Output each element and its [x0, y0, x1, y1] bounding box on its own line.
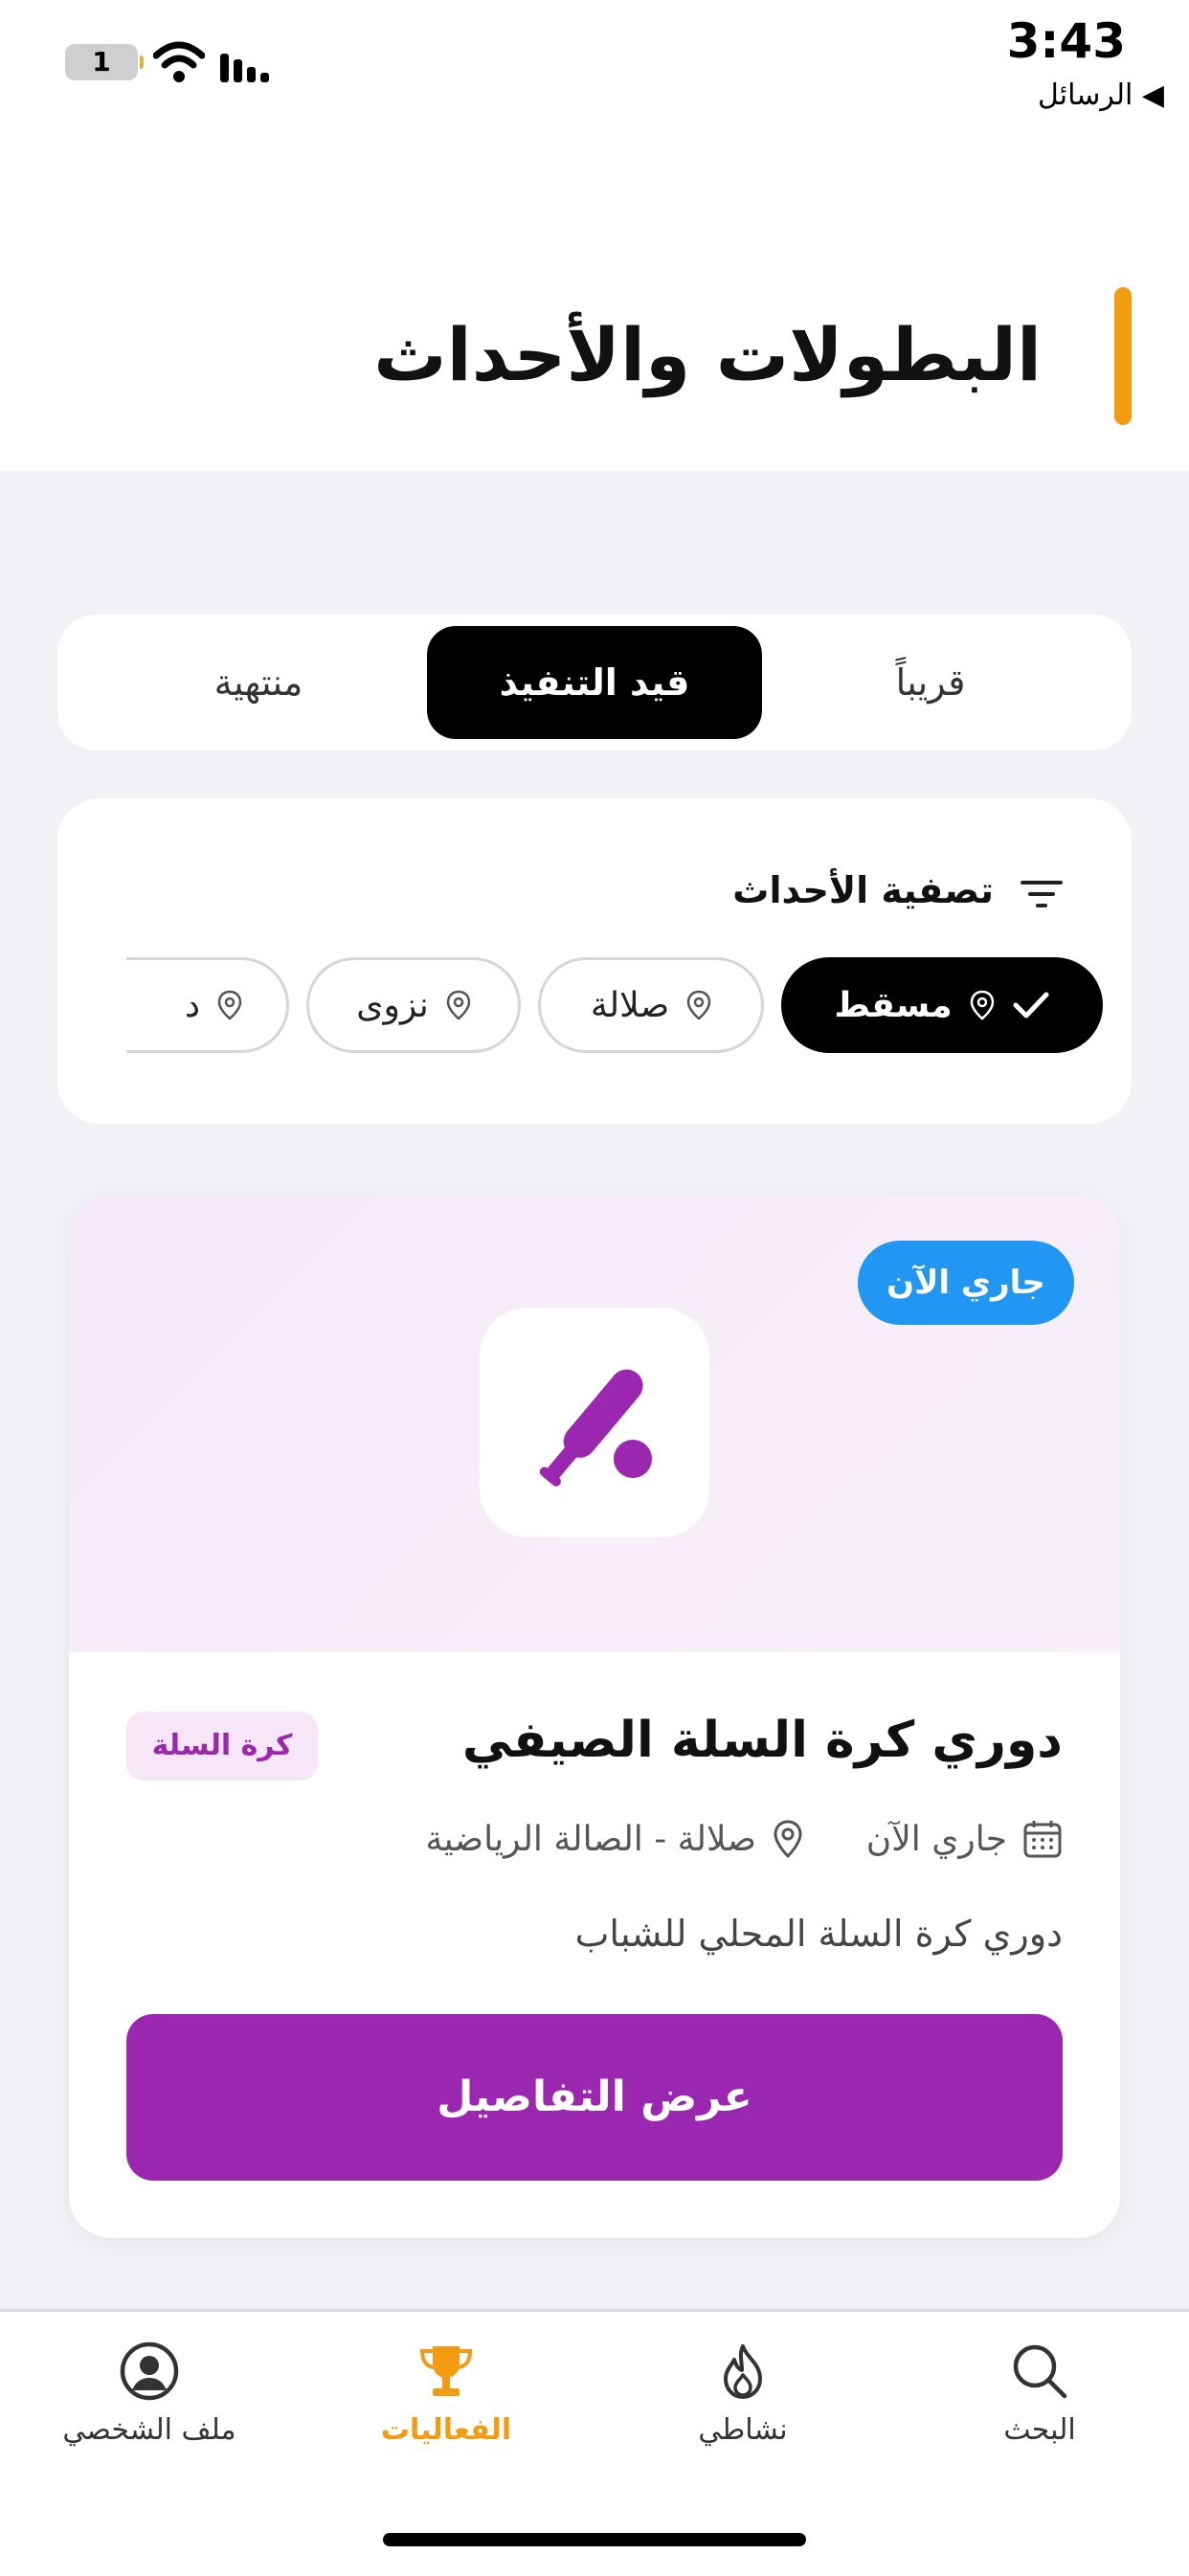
location-pin-icon	[217, 990, 242, 1020]
status-time: 3:43	[1006, 13, 1126, 69]
status-badge: جاري الآن	[858, 1241, 1074, 1325]
wifi-icon	[153, 41, 205, 82]
category-tag: كرة السلة	[126, 1712, 318, 1781]
sports-bat-ball-icon	[539, 1369, 652, 1487]
title-accent-bar	[1114, 287, 1132, 425]
chip-nizwa[interactable]: نزوى	[306, 957, 521, 1053]
filter-card: تصفية الأحداث مسقط صلالة نزوى د	[57, 798, 1132, 1124]
tab-finished[interactable]: منتهية	[96, 626, 421, 739]
location-pin-icon	[686, 990, 711, 1020]
chip-label: نزوى	[356, 985, 429, 1025]
chip-label: مسقط	[834, 985, 953, 1025]
home-indicator	[383, 2533, 806, 2546]
event-description: دوري كرة السلة المحلي للشباب	[574, 1913, 1063, 1955]
location-pin-icon	[446, 990, 470, 1020]
location-pin-icon	[970, 990, 994, 1020]
trophy-icon	[419, 2346, 473, 2396]
filter-icon[interactable]	[1021, 877, 1063, 911]
event-date-text: جاري الآن	[865, 1819, 1007, 1859]
nav-profile-label: ملف الشخصي	[62, 2413, 236, 2447]
filter-title: تصفية الأحداث	[732, 869, 994, 911]
location-pin-icon	[774, 1820, 802, 1859]
tab-upcoming[interactable]: قريباً	[768, 626, 1093, 739]
view-details-button[interactable]: عرض التفاصيل	[126, 2014, 1063, 2181]
back-to-app-link[interactable]: ◀ الرسائل	[1038, 78, 1164, 112]
event-title: دوري كرة السلة الصيفي	[461, 1712, 1063, 1769]
chip-more[interactable]: د	[126, 957, 289, 1053]
status-tabs: قريباً قيد التنفيذ منتهية	[57, 615, 1132, 750]
search-icon	[1013, 2344, 1067, 2399]
page-title: البطولات والأحداث	[373, 312, 1042, 397]
tab-ongoing[interactable]: قيد التنفيذ	[427, 626, 762, 739]
nav-activity[interactable]: نشاطي	[618, 2341, 867, 2447]
nav-events-label: الفعاليات	[380, 2413, 512, 2447]
event-location-text: صلالة - الصالة الرياضية	[425, 1819, 756, 1859]
event-location: صلالة - الصالة الرياضية	[425, 1819, 804, 1859]
event-card[interactable]: جاري الآن دوري كرة السلة الصيفي كرة السل…	[69, 1195, 1120, 2238]
nav-search-label: البحث	[1003, 2413, 1076, 2447]
nav-search[interactable]: البحث	[915, 2341, 1164, 2447]
flame-icon	[724, 2344, 762, 2399]
check-icon	[1013, 992, 1049, 1019]
nav-events[interactable]: الفعاليات	[322, 2341, 571, 2447]
chip-salalah[interactable]: صلالة	[538, 957, 764, 1053]
event-hero: جاري الآن	[69, 1195, 1120, 1652]
chip-muscat[interactable]: مسقط	[781, 957, 1103, 1053]
chip-label: د	[184, 985, 200, 1025]
cellular-signal-icon	[220, 54, 269, 82]
nav-activity-label: نشاطي	[698, 2413, 788, 2447]
location-chips: مسقط صلالة نزوى د	[126, 957, 1122, 1063]
chip-label: صلالة	[590, 985, 670, 1025]
calendar-icon	[1023, 1821, 1062, 1858]
battery-icon: 1	[65, 44, 144, 80]
sport-icon-tile	[480, 1308, 709, 1537]
nav-profile[interactable]: ملف الشخصي	[25, 2341, 274, 2447]
event-date: جاري الآن	[866, 1819, 1063, 1859]
profile-icon	[120, 2341, 179, 2401]
